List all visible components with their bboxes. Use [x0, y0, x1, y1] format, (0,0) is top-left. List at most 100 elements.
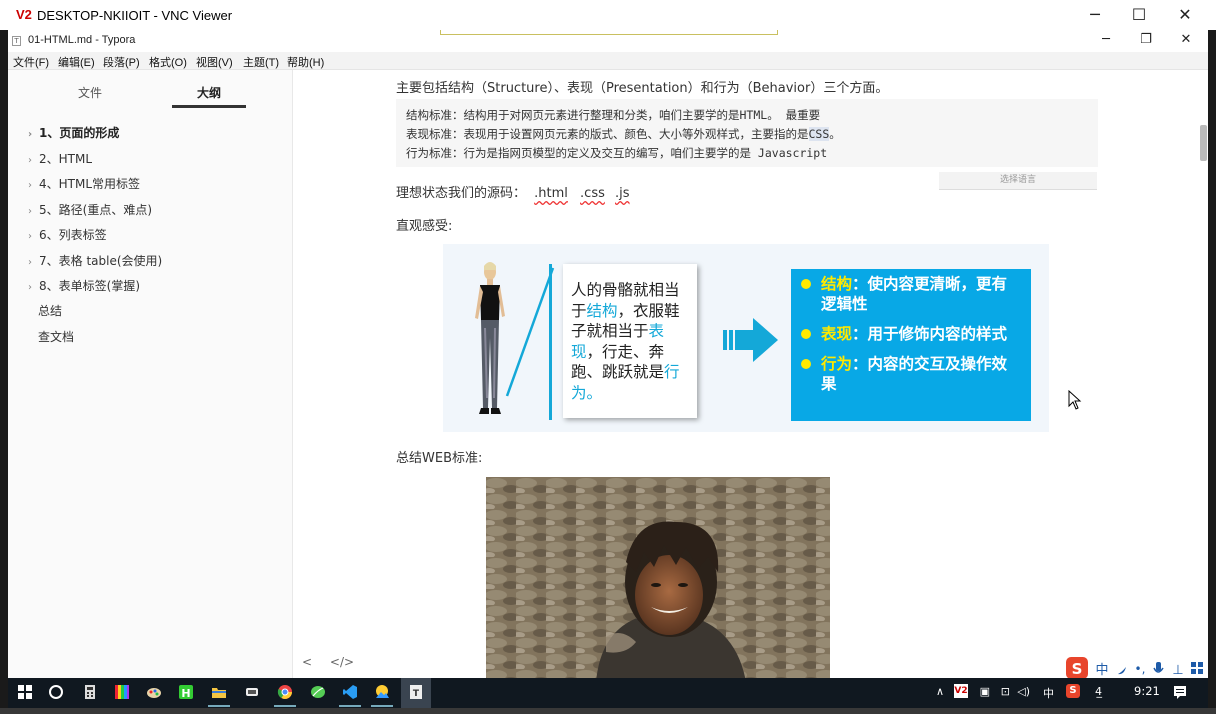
- active-indicator: [274, 705, 296, 707]
- hbuilder-icon[interactable]: H: [178, 684, 194, 700]
- scrollbar-thumb[interactable]: [1200, 125, 1207, 161]
- media-player-icon[interactable]: [244, 684, 260, 700]
- chrome-icon[interactable]: [277, 684, 293, 700]
- menu-view[interactable]: 视图(V): [196, 54, 233, 70]
- remote-desktop[interactable]: T 01-HTML.md - Typora ─ ❐ ✕ 文件(F) 编辑(E) …: [8, 30, 1208, 678]
- windows-start-icon[interactable]: [17, 684, 33, 700]
- network-icon[interactable]: ▣: [980, 685, 990, 698]
- code-text: 。: [829, 127, 841, 141]
- outline-item[interactable]: › 6、列表标签: [28, 226, 107, 243]
- active-indicator: [339, 705, 361, 707]
- vnc-tray-icon[interactable]: V2: [954, 684, 968, 698]
- ext-html: .html: [534, 186, 568, 201]
- close-button[interactable]: ✕: [1162, 0, 1208, 30]
- minimize-button[interactable]: ─: [1072, 0, 1118, 30]
- paint-icon[interactable]: [146, 684, 162, 700]
- menu-help[interactable]: 帮助(H): [287, 54, 324, 70]
- intuitive-heading: 直观感受:: [396, 219, 453, 234]
- ime-mode-indicator[interactable]: 中: [1043, 685, 1054, 701]
- ext-css: .css: [580, 186, 605, 201]
- source-paragraph: 理想状态我们的源码： .html .css .js: [396, 182, 630, 201]
- svg-text:⊥: ⊥: [1172, 663, 1183, 678]
- file-explorer-icon[interactable]: [211, 684, 227, 700]
- portrait-photo: [486, 477, 830, 678]
- panel-item: 表现：用于修饰内容的样式: [801, 324, 1021, 344]
- tab-files[interactable]: 文件: [78, 84, 102, 101]
- arrow-right-icon: [723, 318, 778, 362]
- menu-bar: 文件(F) 编辑(E) 段落(P) 格式(O) 视图(V) 主题(T) 帮助(H…: [8, 52, 1208, 70]
- outline-item[interactable]: › 2、HTML: [28, 150, 92, 167]
- toggle-sidebar-button[interactable]: <: [302, 655, 312, 669]
- window-title: DESKTOP-NKIIOIT - VNC Viewer: [37, 8, 233, 23]
- outline-item-label: 查文档: [38, 330, 75, 344]
- ext-js: .js: [615, 186, 630, 201]
- outline-item[interactable]: › 1、页面的形成: [28, 124, 119, 141]
- menu-format[interactable]: 格式(O): [149, 54, 187, 70]
- code-text: 结构标准：结构用于对网页元素进行整理和分类，咱们主要学的是HTML。 最重要: [406, 108, 821, 122]
- menu-theme[interactable]: 主题(T): [243, 54, 279, 70]
- code-highlight: CSS: [808, 127, 830, 141]
- taskbar: H T ∧ V2 ▣ ⊡ ◁) 中 S 4̲ 9:21: [8, 678, 1208, 708]
- outline-item[interactable]: 查文档: [38, 328, 74, 345]
- svg-text:中: 中: [1095, 663, 1108, 678]
- outline-item[interactable]: › 8、表单标签(掌握): [28, 277, 140, 294]
- outline-item-label: 2、HTML: [39, 152, 93, 166]
- menu-edit[interactable]: 编辑(E): [58, 54, 95, 70]
- typora-close-button[interactable]: ✕: [1166, 30, 1206, 52]
- code-language-select[interactable]: 选择语言: [939, 172, 1097, 190]
- sidebar: 文件 大纲 › 1、页面的形成 › 2、HTML › 4、HTML常用标签 › 5、路径…: [8, 70, 293, 678]
- source-mode-button[interactable]: </>: [330, 655, 354, 669]
- menu-file[interactable]: 文件(F): [13, 54, 49, 70]
- outline-item-label: 6、列表标签: [39, 228, 107, 242]
- code-block[interactable]: 结构标准：结构用于对网页元素进行整理和分类，咱们主要学的是HTML。 最重要 表…: [396, 99, 1098, 167]
- outline-item[interactable]: 总结: [38, 302, 62, 319]
- display-icon[interactable]: ⊡: [1001, 685, 1010, 698]
- calculator-icon[interactable]: [82, 684, 98, 700]
- outline-item[interactable]: › 4、HTML常用标签: [28, 175, 140, 192]
- panel-key: 结构: [821, 274, 853, 293]
- typora-minimize-button[interactable]: ─: [1086, 30, 1126, 52]
- intro-paragraph: 主要包括结构（Structure）、表现（Presentation）和行为（Be…: [396, 81, 889, 96]
- typora-taskbar-button[interactable]: T: [401, 678, 431, 708]
- bullet-dot-icon: [801, 279, 811, 289]
- outline-item[interactable]: › 7、表格 table(会使用): [28, 252, 162, 269]
- notification-count-icon[interactable]: 4̲: [1095, 685, 1102, 698]
- card-keyword: 结构: [586, 301, 618, 320]
- active-indicator: [371, 705, 393, 707]
- svg-text:S: S: [1072, 660, 1083, 678]
- chevron-right-icon: ›: [28, 231, 32, 242]
- taskbar-clock[interactable]: 9:21: [1134, 684, 1160, 698]
- chevron-right-icon: ›: [28, 129, 33, 140]
- outline-item-label: 总结: [38, 304, 63, 318]
- editor-footer: < </>: [302, 655, 354, 669]
- code-line: 表现标准：表现用于设置网页元素的版式、颜色、大小等外观样式，主要指的是CSS。: [406, 125, 1088, 144]
- cortana-search-icon[interactable]: [48, 684, 64, 700]
- menu-paragraph[interactable]: 段落(P): [103, 54, 140, 70]
- find-bar[interactable]: [440, 30, 778, 35]
- active-indicator: [208, 705, 230, 707]
- source-label: 理想状态我们的源码：: [396, 186, 527, 201]
- action-center-icon[interactable]: [1172, 684, 1188, 700]
- bullet-dot-icon: [801, 329, 811, 339]
- sogou-tray-icon[interactable]: S: [1066, 684, 1080, 698]
- panel-key: 行为: [821, 354, 853, 373]
- code-text: 表现标准：表现用于设置网页元素的版式、颜色、大小等外观样式，主要指的是: [406, 127, 809, 141]
- typora-icon: T: [410, 685, 422, 699]
- mouse-cursor-icon: [1068, 390, 1082, 410]
- code-line: 行为标准：行为是指网页模型的定义及交互的编写，咱们主要学的是 Javascrip…: [406, 144, 1088, 163]
- outline-item[interactable]: › 5、路径(重点、难点): [28, 201, 152, 218]
- editor-content[interactable]: 主要包括结构（Structure）、表现（Presentation）和行为（Be…: [294, 70, 1208, 678]
- web-standards-illustration: 人的骨骼就相当于结构，衣服鞋子就相当于表现，行走、奔跑、跳跃就是行为。 结构：使…: [443, 244, 1049, 432]
- leaf-app-icon[interactable]: [310, 684, 326, 700]
- svg-text:T: T: [413, 689, 420, 699]
- code-text: 行为标准：行为是指网页模型的定义及交互的编写，咱们主要学的是 Javascrip…: [406, 146, 828, 160]
- maximize-button[interactable]: ☐: [1116, 0, 1162, 30]
- tab-outline[interactable]: 大纲: [197, 84, 221, 101]
- color-picker-icon[interactable]: [114, 684, 130, 700]
- vscode-icon[interactable]: [342, 684, 358, 700]
- typora-restore-button[interactable]: ❐: [1126, 30, 1166, 52]
- volume-icon[interactable]: ◁): [1017, 685, 1030, 698]
- photo-app-icon[interactable]: [374, 684, 390, 700]
- chevron-right-icon: ›: [28, 180, 32, 191]
- tray-expand-icon[interactable]: ∧: [936, 685, 944, 698]
